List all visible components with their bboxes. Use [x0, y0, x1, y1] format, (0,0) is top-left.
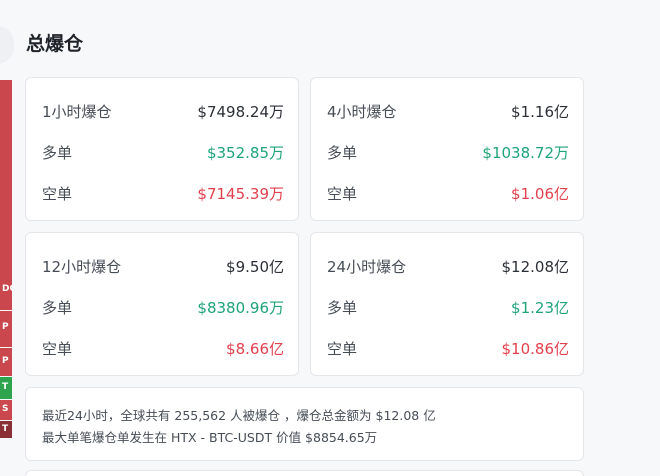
short-value: $8.66亿: [226, 339, 284, 358]
liquidation-summary: 最近24小时，全球共有 255,562 人被爆仓 ，爆仓总金额为 $12.08 …: [25, 387, 584, 461]
total-value: $12.08亿: [501, 257, 570, 276]
period-label: 24小时爆仓: [327, 257, 407, 276]
heatmap-cell: P: [0, 348, 12, 376]
long-value: $1.23亿: [511, 298, 569, 317]
page-title: 总爆仓: [26, 33, 84, 55]
period-label: 12小时爆仓: [42, 257, 122, 276]
long-label: 多单: [42, 143, 73, 162]
long-value: $352.85万: [206, 143, 284, 162]
short-label: 空单: [42, 339, 73, 358]
liquidation-card-24h: 24小时爆仓 $12.08亿 多单 $1.23亿 空单 $10.86亿: [310, 232, 584, 376]
short-value: $1.06亿: [511, 184, 569, 203]
heatmap-cell-large: [0, 80, 12, 272]
heatmap-cell: P: [0, 311, 12, 347]
short-label: 空单: [327, 184, 358, 203]
heatmap-cell: S: [0, 400, 12, 420]
short-label: 空单: [42, 184, 73, 203]
next-section-card: [25, 470, 584, 476]
total-value: $9.50亿: [226, 257, 284, 276]
long-value: $1038.72万: [482, 143, 569, 162]
period-label: 1小时爆仓: [42, 102, 112, 121]
short-label: 空单: [327, 339, 358, 358]
short-value: $7145.39万: [197, 184, 284, 203]
total-value: $7498.24万: [197, 102, 284, 121]
short-value: $10.86亿: [501, 339, 570, 358]
summary-line-2: 最大单笔爆仓单发生在 HTX - BTC-USDT 价值 $8854.65万: [42, 430, 378, 445]
long-label: 多单: [42, 298, 73, 317]
liquidation-card-12h: 12小时爆仓 $9.50亿 多单 $8380.96万 空单 $8.66亿: [25, 232, 299, 376]
heatmap-cell: T: [0, 421, 12, 438]
period-label: 4小时爆仓: [327, 102, 397, 121]
heatmap-cell: DO: [0, 272, 12, 310]
total-value: $1.16亿: [511, 102, 569, 121]
liquidation-card-1h: 1小时爆仓 $7498.24万 多单 $352.85万 空单 $7145.39万: [25, 77, 299, 221]
long-label: 多单: [327, 298, 358, 317]
heatmap-cell: T: [0, 377, 12, 399]
heatmap-strip: DO P P T S T: [0, 80, 12, 438]
liquidation-card-4h: 4小时爆仓 $1.16亿 多单 $1038.72万 空单 $1.06亿: [310, 77, 584, 221]
summary-line-1: 最近24小时，全球共有 255,562 人被爆仓 ，爆仓总金额为 $12.08 …: [42, 408, 436, 423]
long-label: 多单: [327, 143, 358, 162]
long-value: $8380.96万: [197, 298, 284, 317]
back-pill-button[interactable]: [0, 26, 14, 64]
